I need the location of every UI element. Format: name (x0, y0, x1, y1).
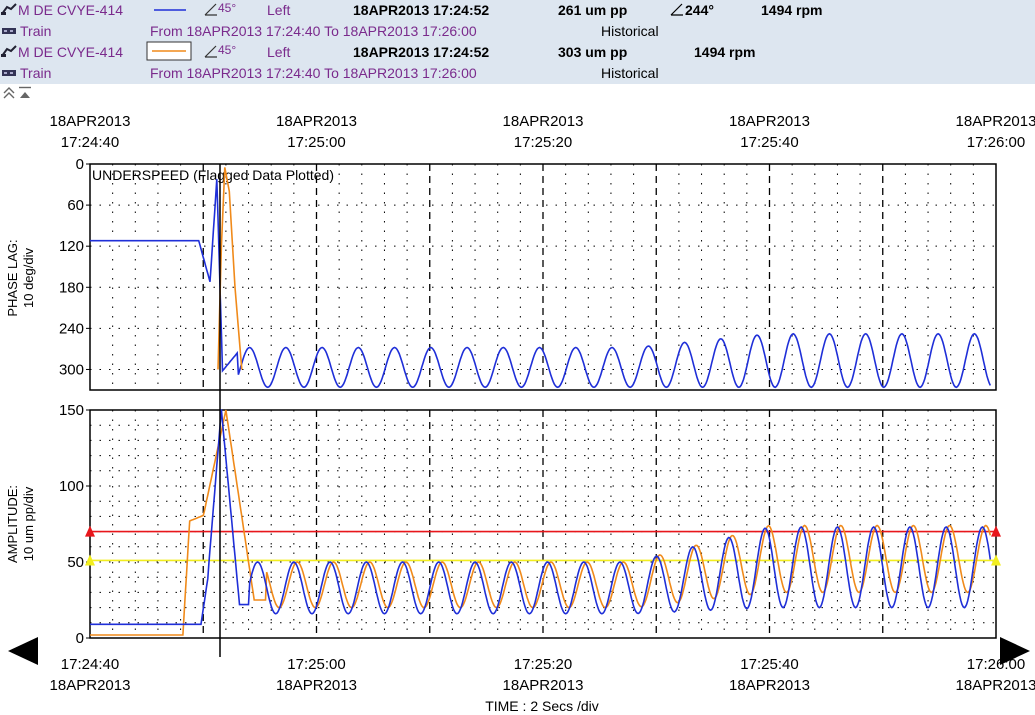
x-axis-label: TIME : 2 Secs /div (485, 698, 599, 714)
bottom-tick-time: 17:26:00 (967, 656, 1025, 673)
amplitude-ylabel-line1: AMPLITUDE: (5, 485, 20, 563)
top-tick-date: 18APR2013 (956, 113, 1035, 130)
underspeed-annotation: UNDERSPEED (Flagged Data Plotted) (92, 167, 334, 183)
scroll-left-arrow[interactable] (8, 637, 38, 665)
amplitude-tick-label: 50 (67, 554, 84, 571)
top-time-axis: 18APR2013 17:24:40 18APR2013 17:25:00 18APR2… (50, 113, 1035, 151)
bottom-tick-time: 17:25:40 (740, 656, 798, 673)
phase-tick-label: 180 (59, 279, 84, 296)
top-tick-time: 17:25:20 (514, 134, 572, 151)
bottom-tick-time: 17:25:00 (287, 656, 345, 673)
trend-chart: 18APR201317:24:4018APR201317:25:0018APR2… (5, 113, 1035, 714)
phase-ylabel-line2: 10 deg/div (21, 248, 36, 308)
bottom-time-axis: 17:24:40 18APR2013 17:25:00 18APR2013 17:25:… (50, 656, 1035, 694)
amplitude-tick-label: 0 (76, 630, 84, 647)
phase-tick-label: 60 (67, 197, 84, 214)
bottom-tick-date: 18APR2013 (729, 677, 810, 694)
bottom-tick-date: 18APR2013 (503, 677, 584, 694)
phase-tick-label: 0 (76, 156, 84, 173)
amplitude-ylabel-line2: 10 um pp/div (21, 486, 36, 561)
amplitude-tick-label: 150 (59, 402, 84, 419)
amplitude-tick-label: 100 (59, 478, 84, 495)
top-tick-date: 18APR2013 (276, 113, 357, 130)
top-tick-time: 17:26:00 (967, 134, 1025, 151)
top-tick-time: 17:24:40 (61, 134, 119, 151)
top-tick-time: 17:25:00 (287, 134, 345, 151)
bottom-tick-time: 17:24:40 (61, 656, 119, 673)
top-tick-time: 17:25:40 (740, 134, 798, 151)
bottom-tick-date: 18APR2013 (276, 677, 357, 694)
bottom-tick-date: 18APR2013 (50, 677, 131, 694)
bottom-tick-time: 17:25:20 (514, 656, 572, 673)
phase-tick-label: 240 (59, 320, 84, 337)
phase-ylabel-line1: PHASE LAG: (5, 239, 20, 316)
phase-tick-label: 120 (59, 238, 84, 255)
top-tick-date: 18APR2013 (729, 113, 810, 130)
bottom-tick-date: 18APR2013 (956, 677, 1035, 694)
top-tick-date: 18APR2013 (50, 113, 131, 130)
phase-tick-label: 300 (59, 361, 84, 378)
top-tick-date: 18APR2013 (503, 113, 584, 130)
